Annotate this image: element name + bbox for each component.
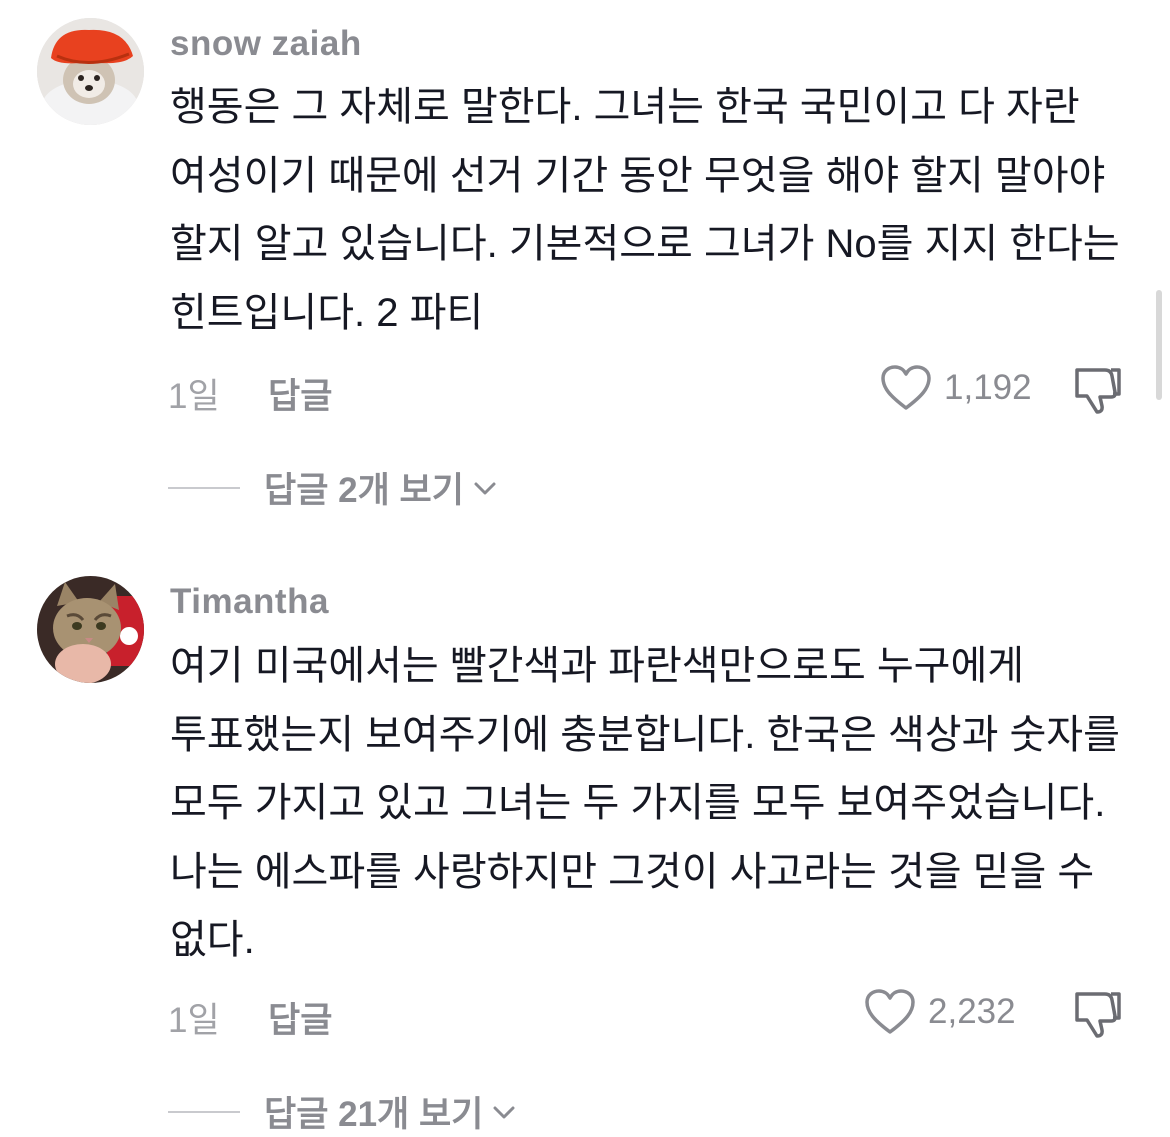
comment-text: 여기 미국에서는 빨간색과 파란색만으로도 누구에게 투표했는지 보여주기에 충…	[170, 644, 1120, 962]
comment-username[interactable]: Timantha	[170, 582, 329, 622]
divider-line	[168, 1110, 240, 1113]
thumbs-down-icon	[1075, 992, 1121, 1038]
view-replies-label: 답글 21개 보기	[264, 1095, 484, 1134]
chevron-down-icon	[491, 1102, 517, 1122]
view-replies-label: 답글 2개 보기	[264, 471, 464, 510]
like-button[interactable]: 2,232	[864, 988, 1016, 1036]
view-replies-button[interactable]: 답글 2개 보기	[168, 462, 498, 513]
heart-icon	[881, 365, 931, 410]
comment-time: 1일	[168, 377, 220, 416]
scrollbar[interactable]	[1156, 290, 1162, 400]
view-replies-button[interactable]: 답글 21개 보기	[168, 1086, 517, 1137]
divider-line	[168, 486, 240, 489]
avatar[interactable]	[37, 18, 144, 125]
like-count: 2,232	[928, 992, 1016, 1031]
chevron-down-icon	[472, 478, 498, 498]
dislike-button[interactable]	[1071, 988, 1125, 1045]
dislike-button[interactable]	[1071, 364, 1125, 421]
comment-text: 행동은 그 자체로 말한다. 그녀는 한국 국민이고 다 자란 여성이기 때문에…	[170, 85, 1120, 335]
heart-icon	[865, 989, 915, 1034]
thumbs-down-icon	[1075, 368, 1121, 414]
cat-icon	[37, 576, 144, 683]
comment-username[interactable]: snow zaiah	[170, 24, 362, 64]
reply-button[interactable]: 답글	[268, 368, 332, 419]
like-button[interactable]: 1,192	[880, 364, 1032, 412]
like-count: 1,192	[944, 368, 1032, 407]
dog-in-red-hat-icon	[37, 18, 144, 125]
avatar[interactable]	[37, 576, 144, 683]
comment-time: 1일	[168, 1001, 220, 1040]
reply-button[interactable]: 답글	[268, 992, 332, 1043]
